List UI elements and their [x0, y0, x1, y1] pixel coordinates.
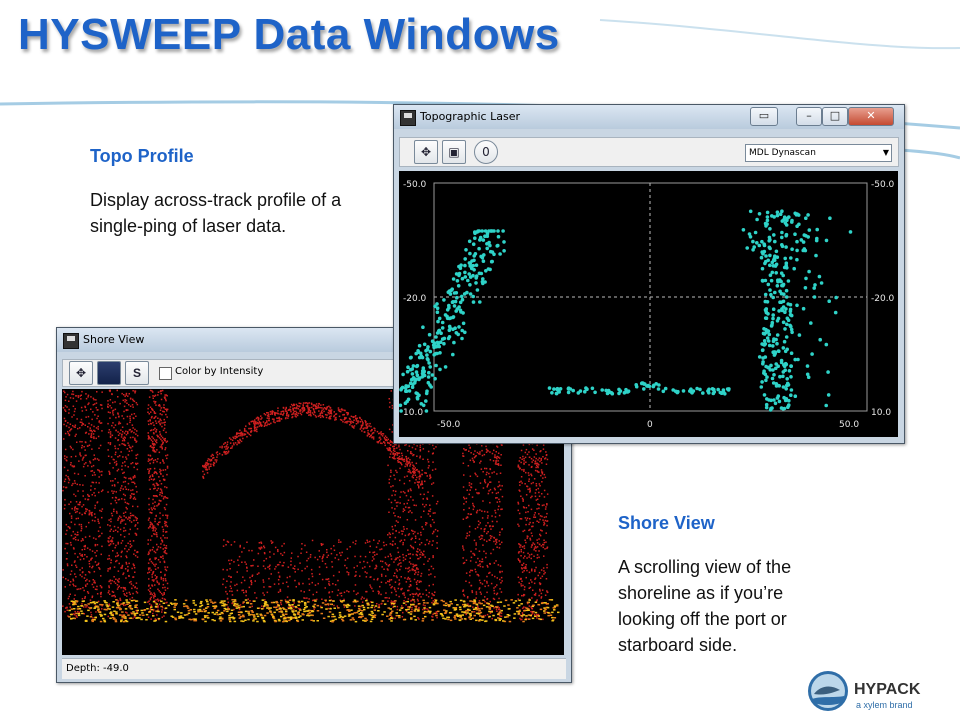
right-bottom-label: 10.0 [871, 408, 891, 418]
move-arrows-icon[interactable]: ✥ [69, 361, 93, 385]
disk-icon[interactable]: ▣ [442, 140, 466, 164]
right-mid-label: -20.0 [871, 294, 895, 304]
topo-points [399, 209, 852, 412]
topo-toolbar: ✥ ▣ 0 MDL Dynascan ▼ [399, 137, 899, 167]
minimize-button[interactable]: – [796, 107, 822, 126]
zero-button[interactable]: 0 [474, 140, 498, 164]
close-button[interactable]: ✕ [848, 107, 894, 126]
color-by-intensity-checkbox[interactable] [159, 367, 172, 380]
bottom-right-label: 50.0 [839, 420, 859, 430]
shore-window-title: Shore View [83, 333, 144, 346]
maximize-button[interactable]: □ [822, 107, 848, 126]
topo-profile-description: Display across-track profile of a single… [90, 187, 350, 239]
bottom-center-label: 0 [647, 420, 653, 430]
shore-view-heading: Shore View [618, 513, 838, 534]
s-button[interactable]: S [125, 361, 149, 385]
hypack-logo: HYPACK a xylem brand [806, 666, 956, 716]
color-by-intensity-label: Color by Intensity [175, 366, 263, 377]
logo-tagline: a xylem brand [856, 700, 913, 710]
shore-view-description: A scrolling view of the shoreline as if … [618, 554, 838, 658]
topo-profile-text: Topo Profile Display across-track profil… [90, 146, 350, 239]
topo-profile-heading: Topo Profile [90, 146, 350, 167]
device-select-value: MDL Dynascan [749, 148, 816, 158]
slide-title: HYSWEEP Data Windows [18, 10, 560, 60]
grid-palette-icon[interactable] [97, 361, 121, 385]
app-icon [63, 333, 79, 349]
left-top-label: -50.0 [403, 180, 427, 190]
hypack-logo-mark: HYPACK a xylem brand [806, 666, 956, 716]
right-top-label: -50.0 [871, 180, 895, 190]
bottom-left-label: -50.0 [437, 420, 461, 430]
app-icon [400, 110, 416, 126]
topographic-laser-window[interactable]: Topographic Laser ▭ – □ ✕ ✥ ▣ 0 MDL Dyna… [393, 104, 905, 444]
chevron-down-icon: ▼ [883, 145, 889, 161]
logo-name: HYPACK [854, 681, 921, 698]
depth-status: Depth: -49.0 [62, 658, 566, 679]
left-mid-label: -20.0 [403, 294, 427, 304]
topo-point-cloud: -50.0 -20.0 10.0 -50.0 -20.0 10.0 -50.0 … [399, 171, 898, 437]
shore-view-text: Shore View A scrolling view of the shore… [618, 513, 838, 658]
move-arrows-icon[interactable]: ✥ [414, 140, 438, 164]
left-bottom-label: 10.0 [403, 408, 423, 418]
topo-profile-plot[interactable]: -50.0 -20.0 10.0 -50.0 -20.0 10.0 -50.0 … [399, 171, 898, 437]
topo-window-title: Topographic Laser [420, 110, 520, 123]
topo-window-titlebar[interactable]: Topographic Laser ▭ – □ ✕ [394, 105, 904, 129]
device-select[interactable]: MDL Dynascan ▼ [745, 144, 892, 162]
restore-button[interactable]: ▭ [750, 107, 778, 126]
